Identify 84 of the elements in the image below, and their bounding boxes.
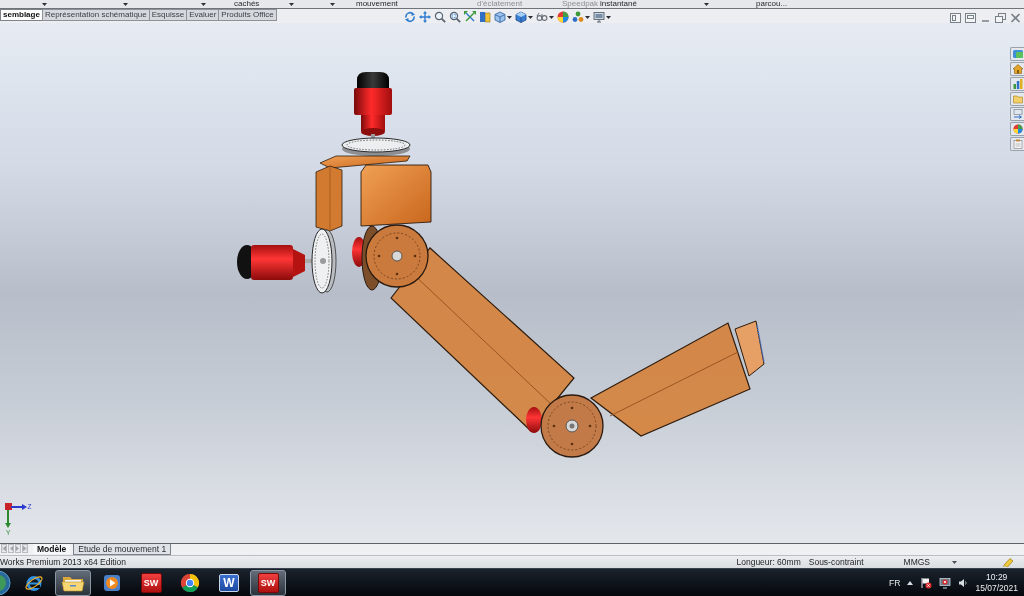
cube-icon[interactable] [494,11,506,23]
task-pane-tab[interactable] [1010,47,1024,61]
tiles-icon [1012,49,1023,59]
command-tab[interactable]: Représentation schématique [41,9,150,21]
caret-up-icon [952,560,957,564]
close-icon[interactable] [1010,12,1021,23]
panels-icon[interactable] [479,11,491,23]
taskbar-button[interactable]: SW [133,569,169,596]
units-selector[interactable]: MMGS [903,556,930,568]
restore-icon[interactable] [995,12,1006,23]
clipboard-icon [1012,139,1023,149]
caret-up-icon[interactable] [907,580,914,585]
glasses-icon[interactable] [536,11,548,23]
ribbon-label[interactable]: mouvement [356,0,398,8]
circular-arrows-icon[interactable] [404,11,416,23]
app-logo: SW [140,572,162,593]
caret-icon [123,2,128,6]
taskbar-button[interactable]: W [211,569,247,596]
ribbon-label[interactable]: cachés [234,0,260,8]
dots-cluster-icon[interactable] [572,11,584,23]
flag-icon[interactable] [920,576,933,589]
caret-icon [289,2,294,6]
task-pane-tab[interactable] [1010,77,1024,91]
caret-icon [528,15,533,19]
ribbon-label[interactable]: instantané [600,0,637,8]
tile-window-icon[interactable] [950,12,961,23]
shaded-cube-icon[interactable] [515,11,527,23]
bar-chart-icon [1012,79,1023,89]
start-orb-icon[interactable] [0,569,12,596]
color-ball-icon [1012,124,1023,134]
command-tab[interactable]: Evaluer [186,9,220,21]
constraint-status: Sous-contraint [808,556,864,568]
app-logo: W [219,573,239,592]
last-page-button[interactable] [22,544,28,553]
magnifier-icon[interactable] [434,11,446,23]
network-icon[interactable] [939,576,952,589]
caret-icon [549,15,554,19]
crossed-arrows-icon[interactable] [464,11,476,23]
first-page-button[interactable] [1,544,7,553]
magnifier-box-icon[interactable] [449,11,461,23]
caret-icon [507,15,512,19]
command-tab[interactable]: Produits Office [218,9,277,21]
product-name: Works Premium 2013 x64 Edition [0,556,126,568]
last-page-icon [23,546,27,551]
caret-icon [42,2,47,6]
taskbar-button[interactable] [55,569,91,596]
pencil-icon[interactable] [1003,557,1014,567]
grid-arrow-icon [1012,109,1023,119]
speaker-icon[interactable] [958,576,969,589]
first-page-icon [2,546,6,551]
segmented-circle-icon [180,572,200,593]
caret-icon [201,2,206,6]
caret-icon [330,2,335,6]
origin-marker [5,503,12,510]
clock-date[interactable]: 15/07/2021 [975,582,1018,594]
task-pane-tab[interactable] [1010,92,1024,106]
command-tab[interactable]: semblage [0,9,43,21]
length-readout: Longueur: 60mm [736,556,801,568]
app-logo: SW [257,572,279,593]
clock-time[interactable]: 10:29 [986,571,1008,583]
monitor-icon[interactable] [593,11,605,23]
tile-window-icon[interactable] [965,12,976,23]
previous-button[interactable] [8,544,14,553]
task-pane-tab[interactable] [1010,62,1024,76]
move-arrows-icon[interactable] [419,11,431,23]
color-ball-icon[interactable] [557,11,569,23]
command-tab[interactable]: Esquisse [148,9,188,21]
arrow-left-icon [9,546,13,551]
caret-icon [606,15,611,19]
task-pane-tab[interactable] [1010,107,1024,121]
arrow-right-icon [16,546,20,551]
house-icon [1012,64,1023,74]
task-pane-tab[interactable] [1010,137,1024,151]
taskbar-button[interactable]: SW [250,569,286,596]
ribbon-label[interactable]: parcou... [756,0,788,8]
z-axis-arrow [10,504,27,510]
play-icon [103,573,121,592]
y-axis-arrow [5,509,11,528]
language-indicator[interactable]: FR [889,577,901,588]
caret-icon [585,15,590,19]
folder-icon [1012,94,1023,104]
task-pane-tab[interactable] [1010,122,1024,136]
caret-icon [704,2,709,6]
next-button[interactable] [15,544,21,553]
